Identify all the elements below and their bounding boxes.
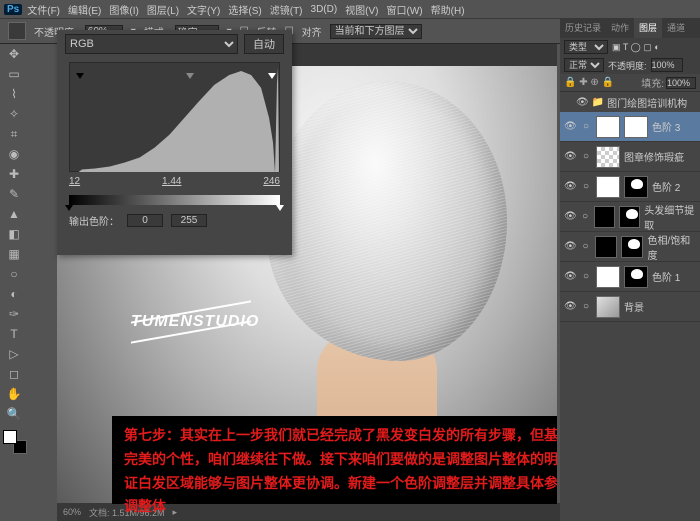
tab-layers[interactable]: 图层	[634, 18, 662, 38]
layer-thumb[interactable]	[596, 296, 620, 318]
layer-name: 色阶 3	[652, 119, 680, 134]
layer-opacity[interactable]	[651, 58, 683, 72]
layer-name: 背景	[624, 299, 644, 314]
shape-tool[interactable]: ◻	[3, 364, 25, 384]
eye-icon[interactable]: 👁	[576, 97, 589, 108]
layer-name: 图章修饰瑕疵	[624, 149, 684, 164]
layer-row[interactable]: 👁○头发细节提取	[560, 202, 700, 232]
eye-icon[interactable]: 👁	[564, 271, 576, 282]
brush-tool[interactable]: ✎	[3, 184, 25, 204]
pen-tool[interactable]: ✑	[3, 304, 25, 324]
auto-button[interactable]: 自动	[244, 34, 284, 54]
output-high[interactable]	[171, 214, 207, 227]
mask-thumb[interactable]	[624, 176, 648, 198]
color-swatch[interactable]	[3, 430, 27, 454]
lock-icons[interactable]: 🔒 ✚ ⊕ 🔒	[564, 77, 614, 88]
mask-thumb[interactable]	[619, 206, 640, 228]
filter-type[interactable]: 类型	[564, 40, 608, 54]
eye-icon[interactable]: 👁	[564, 151, 576, 162]
fill-field[interactable]	[666, 77, 696, 89]
input-low[interactable]: 12	[69, 176, 80, 187]
eye-icon[interactable]: 👁	[564, 211, 576, 222]
layer-name: 色相/饱和度	[647, 232, 696, 262]
menu-help[interactable]: 帮助(H)	[428, 2, 468, 17]
tab-channels[interactable]: 通道	[662, 18, 690, 38]
stamp-tool[interactable]: ▲	[3, 204, 25, 224]
menu-filter[interactable]: 滤镜(T)	[267, 2, 306, 17]
layer-name: 色阶 1	[652, 269, 680, 284]
channel-select[interactable]: RGB	[65, 34, 238, 54]
mask-thumb[interactable]	[624, 266, 648, 288]
folder-icon: 📁	[592, 97, 604, 108]
move-tool[interactable]: ✥	[3, 44, 25, 64]
layer-thumb[interactable]	[596, 266, 620, 288]
layer-row[interactable]: 👁○色阶 1	[560, 262, 700, 292]
menu-window[interactable]: 窗口(W)	[384, 2, 426, 17]
menu-3d[interactable]: 3D(D)	[308, 4, 341, 15]
eye-icon[interactable]: 👁	[564, 121, 576, 132]
menu-select[interactable]: 选择(S)	[225, 2, 264, 17]
layer-row[interactable]: 👁○色相/饱和度	[560, 232, 700, 262]
layer-thumb[interactable]	[595, 236, 617, 258]
dodge-tool[interactable]: ◐	[3, 284, 25, 304]
gradient-tool[interactable]: ▦	[3, 244, 25, 264]
type-tool[interactable]: T	[3, 324, 25, 344]
layer-group[interactable]: 👁 📁 图门绘图培训机构	[560, 92, 700, 112]
menu-view[interactable]: 视图(V)	[342, 2, 381, 17]
tool-preset[interactable]	[8, 22, 26, 40]
tab-actions[interactable]: 动作	[606, 18, 634, 38]
menu-edit[interactable]: 编辑(E)	[65, 2, 104, 17]
watermark: TUMENSTUDIO	[131, 311, 259, 333]
layer-thumb[interactable]	[596, 116, 620, 138]
zoom-tool[interactable]: 🔍	[3, 404, 25, 424]
eye-icon[interactable]: 👁	[564, 181, 576, 192]
zoom-status[interactable]: 60%	[63, 507, 81, 517]
layer-thumb[interactable]	[594, 206, 615, 228]
menu-image[interactable]: 图像(I)	[106, 2, 141, 17]
layer-row[interactable]: 👁○色阶 3	[560, 112, 700, 142]
tab-history[interactable]: 历史记录	[560, 18, 606, 38]
blur-tool[interactable]: ○	[3, 264, 25, 284]
annotation-text: 第七步：其实在上一步我们就已经完成了黑发变白发的所有步骤，但基于力求完美的个性，…	[112, 416, 557, 504]
sample-select[interactable]: 当前和下方图层	[330, 24, 422, 39]
eye-icon[interactable]: 👁	[564, 241, 576, 252]
wand-tool[interactable]: ✧	[3, 104, 25, 124]
layer-thumb[interactable]	[596, 176, 620, 198]
levels-panel: RGB 自动 12 1.44 246 输出色阶：	[57, 30, 292, 255]
tools-panel: ✥ ▭ ⌇ ✧ ⌗ ◉ ✚ ✎ ▲ ◧ ▦ ○ ◐ ✑ T ▷ ◻ ✋ 🔍	[3, 44, 29, 454]
menu-type[interactable]: 文字(Y)	[184, 2, 223, 17]
eye-icon[interactable]: 👁	[564, 301, 576, 312]
layers-list: 👁○色阶 3👁○图章修饰瑕疵👁○色阶 2👁○头发细节提取👁○色相/饱和度👁○色阶…	[560, 112, 700, 322]
layer-row[interactable]: 👁○色阶 2	[560, 172, 700, 202]
menu-bar: Ps 文件(F) 编辑(E) 图像(I) 图层(L) 文字(Y) 选择(S) 滤…	[0, 0, 700, 18]
crop-tool[interactable]: ⌗	[3, 124, 25, 144]
layer-name: 色阶 2	[652, 179, 680, 194]
histogram[interactable]	[69, 62, 280, 172]
hand-tool[interactable]: ✋	[3, 384, 25, 404]
heal-tool[interactable]: ✚	[3, 164, 25, 184]
marquee-tool[interactable]: ▭	[3, 64, 25, 84]
path-tool[interactable]: ▷	[3, 344, 25, 364]
mask-thumb[interactable]	[621, 236, 643, 258]
menu-file[interactable]: 文件(F)	[24, 2, 63, 17]
lasso-tool[interactable]: ⌇	[3, 84, 25, 104]
output-label: 输出色阶：	[69, 213, 119, 228]
output-gradient[interactable]	[69, 195, 280, 205]
ps-logo: Ps	[4, 4, 22, 15]
layer-thumb[interactable]	[596, 146, 620, 168]
align-check[interactable]: 对齐	[302, 24, 322, 39]
eyedrop-tool[interactable]: ◉	[3, 144, 25, 164]
eraser-tool[interactable]: ◧	[3, 224, 25, 244]
input-mid[interactable]: 1.44	[162, 176, 181, 187]
panel-tabs: 历史记录 动作 图层 通道	[560, 18, 700, 38]
layer-row[interactable]: 👁○背景	[560, 292, 700, 322]
output-low[interactable]	[127, 214, 163, 227]
right-panels: 历史记录 动作 图层 通道 类型 ▣ T ◯ ▢ ◐ 正常 不透明度: 🔒 ✚ …	[560, 18, 700, 521]
mask-thumb[interactable]	[624, 116, 648, 138]
layer-name: 头发细节提取	[644, 202, 696, 232]
input-high[interactable]: 246	[263, 176, 280, 187]
layer-row[interactable]: 👁○图章修饰瑕疵	[560, 142, 700, 172]
menu-layer[interactable]: 图层(L)	[144, 2, 182, 17]
blend-mode[interactable]: 正常	[564, 58, 604, 72]
